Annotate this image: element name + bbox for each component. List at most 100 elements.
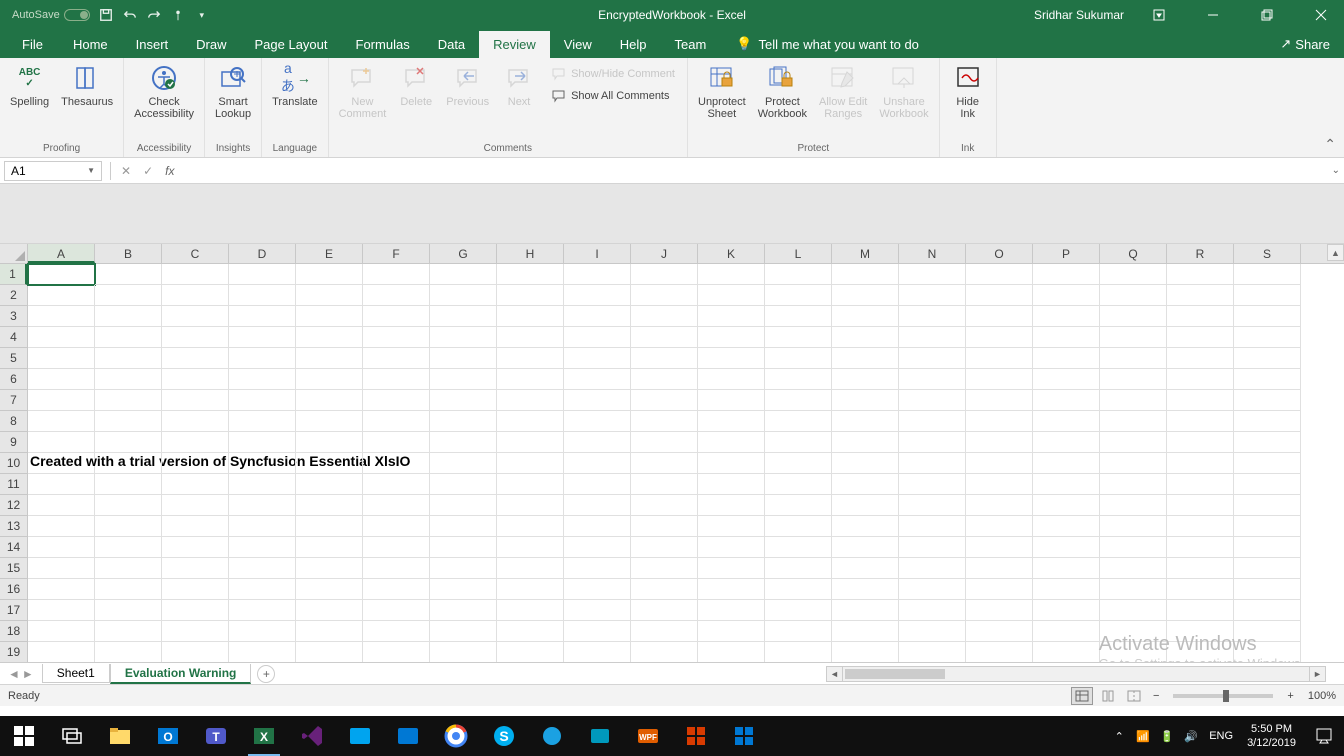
cell[interactable] — [430, 474, 497, 495]
cell[interactable] — [363, 411, 430, 432]
cell[interactable] — [162, 432, 229, 453]
expand-formula-bar-icon[interactable]: ⌄ — [1332, 165, 1340, 176]
cell[interactable] — [1167, 642, 1234, 663]
cell[interactable] — [765, 579, 832, 600]
cell[interactable] — [832, 306, 899, 327]
cell[interactable] — [296, 579, 363, 600]
cell[interactable] — [296, 411, 363, 432]
cell[interactable] — [497, 558, 564, 579]
cell[interactable] — [1100, 579, 1167, 600]
cell[interactable] — [832, 579, 899, 600]
row-header-17[interactable]: 17 — [0, 600, 27, 621]
cell[interactable] — [564, 516, 631, 537]
cell[interactable] — [1033, 558, 1100, 579]
cell[interactable] — [430, 600, 497, 621]
cell[interactable] — [430, 516, 497, 537]
cell[interactable] — [28, 411, 95, 432]
cell[interactable] — [363, 369, 430, 390]
cell[interactable] — [1234, 453, 1301, 474]
cell[interactable] — [296, 306, 363, 327]
cell[interactable] — [698, 327, 765, 348]
undo-icon[interactable] — [122, 7, 138, 23]
cell[interactable] — [765, 327, 832, 348]
cell[interactable] — [430, 453, 497, 474]
new-sheet-button[interactable]: + — [257, 665, 275, 683]
cell[interactable] — [28, 600, 95, 621]
cell[interactable] — [1100, 432, 1167, 453]
row-header-16[interactable]: 16 — [0, 579, 27, 600]
cell[interactable] — [28, 495, 95, 516]
cell[interactable] — [1033, 495, 1100, 516]
cell[interactable] — [698, 579, 765, 600]
name-box-dropdown-icon[interactable]: ▼ — [87, 166, 95, 175]
cell[interactable] — [1234, 432, 1301, 453]
col-header-E[interactable]: E — [296, 244, 363, 263]
cell[interactable] — [28, 285, 95, 306]
cell[interactable] — [296, 432, 363, 453]
cells[interactable]: Created with a trial version of Syncfusi… — [28, 264, 1344, 662]
cell[interactable] — [832, 495, 899, 516]
cell[interactable] — [899, 327, 966, 348]
cell[interactable] — [162, 369, 229, 390]
cell[interactable] — [229, 348, 296, 369]
excel-icon[interactable]: X — [240, 716, 288, 756]
cell[interactable] — [1033, 390, 1100, 411]
cell[interactable] — [95, 285, 162, 306]
cell[interactable] — [497, 285, 564, 306]
cell[interactable] — [1167, 579, 1234, 600]
cell[interactable] — [966, 642, 1033, 663]
cell[interactable] — [1234, 537, 1301, 558]
cell[interactable] — [564, 348, 631, 369]
file-explorer-icon[interactable] — [96, 716, 144, 756]
cell[interactable] — [162, 642, 229, 663]
cell[interactable] — [698, 264, 765, 285]
app-icon-2[interactable] — [384, 716, 432, 756]
cell[interactable] — [229, 495, 296, 516]
cell[interactable] — [631, 516, 698, 537]
col-header-F[interactable]: F — [363, 244, 430, 263]
tray-overflow-icon[interactable]: ⌃ — [1107, 730, 1131, 743]
protect-workbook-button[interactable]: Protect Workbook — [752, 60, 813, 122]
cell[interactable] — [1033, 432, 1100, 453]
cell[interactable] — [28, 306, 95, 327]
cell[interactable] — [832, 432, 899, 453]
cell[interactable] — [1234, 579, 1301, 600]
cell[interactable] — [564, 642, 631, 663]
cell[interactable] — [899, 453, 966, 474]
cell[interactable] — [832, 558, 899, 579]
cell[interactable] — [229, 285, 296, 306]
cell[interactable] — [765, 495, 832, 516]
visual-studio-icon[interactable] — [288, 716, 336, 756]
qat-customize-icon[interactable]: ▾ — [194, 7, 210, 23]
cell[interactable] — [1033, 474, 1100, 495]
cell[interactable] — [95, 348, 162, 369]
cell[interactable] — [564, 621, 631, 642]
cell[interactable] — [765, 621, 832, 642]
cell[interactable] — [631, 390, 698, 411]
cell[interactable] — [966, 264, 1033, 285]
show-all-comments-button[interactable]: Show All Comments — [547, 86, 679, 106]
cell[interactable] — [1100, 474, 1167, 495]
cell[interactable] — [564, 390, 631, 411]
cell[interactable] — [1167, 264, 1234, 285]
cell[interactable] — [765, 390, 832, 411]
row-header-4[interactable]: 4 — [0, 327, 27, 348]
cell[interactable] — [95, 474, 162, 495]
cell[interactable] — [162, 453, 229, 474]
cell[interactable] — [899, 516, 966, 537]
autosave-toggle[interactable]: AutoSave — [12, 9, 90, 21]
cell[interactable] — [765, 537, 832, 558]
cell[interactable] — [765, 348, 832, 369]
cell[interactable] — [95, 453, 162, 474]
cell[interactable] — [631, 285, 698, 306]
cell[interactable] — [229, 390, 296, 411]
cell[interactable] — [899, 600, 966, 621]
cell[interactable] — [497, 537, 564, 558]
tab-review[interactable]: Review — [479, 31, 550, 58]
row-header-1[interactable]: 1 — [0, 264, 27, 285]
cell[interactable] — [296, 537, 363, 558]
cell[interactable] — [363, 306, 430, 327]
cell[interactable] — [430, 369, 497, 390]
cell-A10[interactable]: Created with a trial version of Syncfusi… — [28, 453, 95, 474]
cell[interactable] — [1033, 306, 1100, 327]
